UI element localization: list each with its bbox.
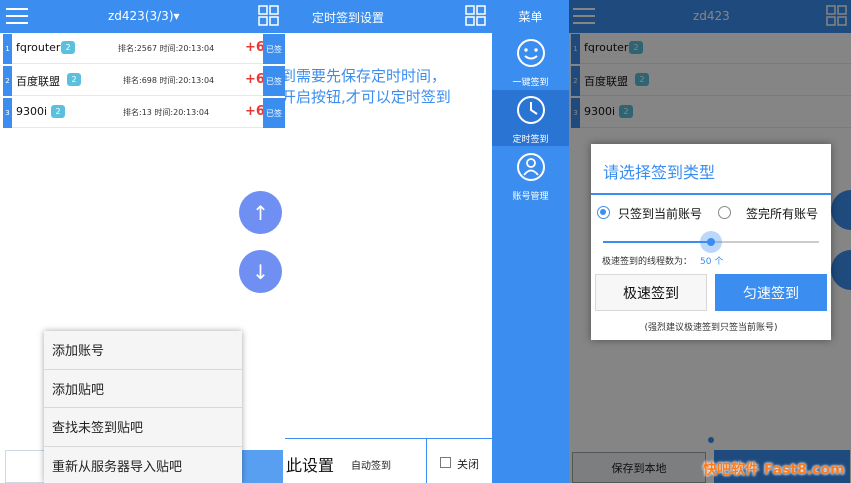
clock-icon bbox=[516, 95, 546, 125]
timer-notice-line2: 开启按钮,才可以定时签到 bbox=[285, 88, 451, 106]
row-index: 1 bbox=[3, 34, 12, 64]
popup-menu: 添加账号 添加贴吧 查找未签到贴吧 重新从服务器导入贴吧 bbox=[44, 331, 242, 483]
fast-sign-button[interactable]: 极速签到 bbox=[595, 274, 707, 311]
points-gained: +6 bbox=[245, 104, 265, 119]
timer-footer: 此设置 自动签到 关闭 bbox=[285, 438, 492, 483]
row-index: 2 bbox=[3, 66, 12, 96]
even-sign-label: 匀速签到 bbox=[743, 285, 799, 302]
signed-status-button[interactable]: 已签 bbox=[263, 66, 285, 96]
level-badge: 2 bbox=[51, 105, 65, 118]
footer-setting-title: 此设置 bbox=[286, 456, 335, 475]
radio-current-account[interactable] bbox=[597, 206, 610, 219]
timer-settings-title: 定时签到设置 bbox=[312, 11, 385, 25]
radio-all-accounts[interactable] bbox=[718, 206, 731, 219]
close-checkbox[interactable] bbox=[440, 457, 451, 468]
points-gained: +6 bbox=[245, 40, 265, 55]
account-name: fqrouter bbox=[16, 41, 61, 54]
footer-divider bbox=[426, 439, 427, 483]
radio-all-label: 签完所有账号 bbox=[746, 207, 819, 221]
timer-settings-header: 定时签到设置 bbox=[285, 0, 492, 33]
dialog-hint: (强烈建议极速签到只签当前账号) bbox=[644, 323, 778, 333]
nav-label: 一键签到 bbox=[512, 78, 549, 88]
account-list-header: zd423(3/3)▾ bbox=[0, 0, 285, 33]
grid-view-icon[interactable] bbox=[258, 5, 280, 27]
user-icon bbox=[516, 152, 546, 182]
close-checkbox-label: 关闭 bbox=[457, 458, 479, 471]
menu-add-tieba[interactable]: 添加贴吧 bbox=[44, 370, 242, 408]
radio-current-label: 只签到当前账号 bbox=[618, 207, 703, 221]
account-row-1[interactable]: 1 fqrouter 2 排名:2567 时间:20:13:04 +6 已签 bbox=[3, 34, 285, 64]
rank-time: 排名:2567 时间:20:13:04 bbox=[118, 44, 215, 53]
thread-slider-thumb[interactable] bbox=[700, 231, 722, 253]
nav-timed-sign[interactable]: 定时签到 bbox=[492, 90, 569, 146]
nav-one-click-sign[interactable]: 一键签到 bbox=[492, 33, 569, 89]
sign-dialog-panel: zd423 1 fqrouter 2 2 百度联盟 2 3 9300i 2 保存… bbox=[569, 0, 851, 483]
menu-panel: 菜单 一键签到 定时签到 账号管理 bbox=[492, 0, 569, 483]
account-switcher-title[interactable]: zd423(3/3)▾ bbox=[108, 9, 180, 23]
row-index: 3 bbox=[3, 98, 12, 128]
menu-title: 菜单 bbox=[518, 10, 543, 24]
sign-type-dialog: 请选择签到类型 只签到当前账号 签完所有账号 极速签到的线程数为： 50 个 极… bbox=[591, 144, 831, 340]
menu-find-unsigned[interactable]: 查找未签到贴吧 bbox=[44, 408, 242, 447]
timer-notice-line1: 到需要先保存定时时间， bbox=[285, 67, 447, 85]
hamburger-menu-icon[interactable] bbox=[6, 7, 28, 25]
site-watermark: 快吧软件 Fast8.com bbox=[703, 462, 845, 478]
grid-view-icon[interactable] bbox=[465, 5, 487, 27]
level-badge: 2 bbox=[61, 41, 75, 54]
account-list-panel: zd423(3/3)▾ 1 fqrouter 2 排名:2567 时间:20:1… bbox=[0, 0, 285, 483]
signed-status-button[interactable]: 已签 bbox=[263, 34, 285, 64]
smiley-icon bbox=[516, 38, 546, 68]
dialog-title: 请选择签到类型 bbox=[603, 163, 716, 182]
rank-time: 排名:13 时间:20:13:04 bbox=[123, 108, 210, 117]
signed-status-button[interactable]: 已签 bbox=[263, 98, 285, 128]
fast-sign-label: 极速签到 bbox=[623, 285, 679, 302]
scroll-down-button[interactable]: ↓ bbox=[239, 250, 282, 293]
menu-header: 菜单 bbox=[492, 0, 569, 33]
thread-count-label: 极速签到的线程数为： bbox=[602, 257, 693, 267]
bottom-input-box[interactable] bbox=[5, 450, 45, 483]
menu-reimport[interactable]: 重新从服务器导入贴吧 bbox=[44, 447, 242, 483]
menu-add-account[interactable]: 添加账号 bbox=[44, 331, 242, 370]
even-sign-button[interactable]: 匀速签到 bbox=[715, 274, 827, 311]
timer-settings-panel: 定时签到设置 到需要先保存定时时间， 开启按钮,才可以定时签到 此设置 自动签到… bbox=[285, 0, 492, 483]
rank-time: 排名:698 时间:20:13:04 bbox=[123, 76, 215, 85]
dialog-title-divider bbox=[591, 193, 831, 195]
nav-label: 账号管理 bbox=[512, 192, 549, 202]
nav-account-manage[interactable]: 账号管理 bbox=[492, 147, 569, 203]
thread-slider-fill bbox=[603, 241, 711, 243]
nav-label: 定时签到 bbox=[512, 135, 549, 145]
account-name: 百度联盟 bbox=[16, 75, 60, 88]
scroll-up-button[interactable]: ↑ bbox=[239, 191, 282, 234]
account-row-3[interactable]: 3 9300i 2 排名:13 时间:20:13:04 +6 已签 bbox=[3, 98, 285, 128]
thread-slider-track[interactable] bbox=[603, 231, 819, 253]
level-badge: 2 bbox=[67, 73, 81, 86]
points-gained: +6 bbox=[245, 72, 265, 87]
footer-auto-label: 自动签到 bbox=[351, 461, 391, 472]
account-name: 9300i bbox=[16, 105, 48, 118]
thread-count-value: 50 个 bbox=[700, 257, 724, 267]
bottom-action-button[interactable] bbox=[242, 450, 283, 483]
account-row-2[interactable]: 2 百度联盟 2 排名:698 时间:20:13:04 +6 已签 bbox=[3, 66, 285, 96]
